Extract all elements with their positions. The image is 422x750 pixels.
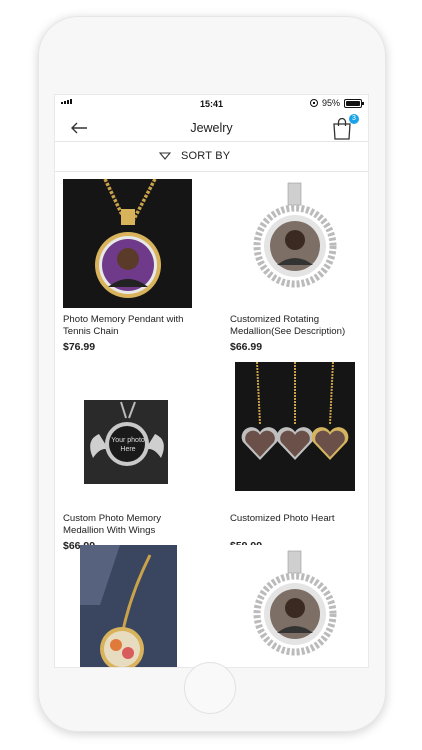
- product-name: Custom Photo Memory Medallion With Wings: [63, 513, 162, 536]
- product-name: Photo Memory Pendant with Tennis Chain: [63, 314, 184, 337]
- image-caption: Your photo Here: [111, 437, 145, 453]
- product-card[interactable]: Customized Rotating Medallion(See Descri…: [230, 179, 368, 359]
- product-image: Your photo Here: [63, 362, 192, 491]
- battery-percent: 95%: [321, 98, 340, 108]
- product-price: $66.99: [230, 341, 263, 353]
- status-bar: 15:41 95%: [55, 95, 368, 115]
- product-card[interactable]: [230, 545, 368, 667]
- chevron-down-icon: [159, 152, 171, 160]
- product-price: $76.99: [63, 341, 96, 353]
- page-title: Jewelry: [190, 121, 233, 135]
- sort-label: SORT BY: [181, 150, 231, 162]
- product-card[interactable]: Photo Memory Pendant with Tennis Chain $…: [63, 179, 203, 359]
- app-screen: 15:41 95% Jewelry 3 SORT BY Photo Memory…: [54, 94, 369, 668]
- rotation-lock-icon: [309, 99, 318, 107]
- product-image: [63, 179, 192, 308]
- home-button[interactable]: [184, 662, 236, 714]
- product-name: Customized Photo Heart: [230, 513, 335, 524]
- product-image: [235, 362, 355, 491]
- sort-button[interactable]: SORT BY: [55, 141, 368, 172]
- product-card[interactable]: Your photo Here Custom Photo Memory Meda…: [63, 362, 203, 552]
- product-name: Customized Rotating Medallion(See Descri…: [230, 314, 346, 337]
- nav-bar: Jewelry 3: [55, 114, 368, 141]
- product-card[interactable]: [63, 545, 203, 667]
- status-right: 95%: [309, 98, 364, 108]
- product-image: [80, 545, 177, 667]
- product-card[interactable]: Customized Photo Heart $59.99: [230, 362, 368, 552]
- phone-frame: 15:41 95% Jewelry 3 SORT BY Photo Memory…: [38, 16, 386, 732]
- cart-button[interactable]: 3: [330, 114, 359, 141]
- battery-icon: [344, 98, 364, 108]
- product-image: [230, 545, 358, 667]
- product-image: [230, 179, 358, 307]
- cart-badge: 3: [349, 114, 359, 124]
